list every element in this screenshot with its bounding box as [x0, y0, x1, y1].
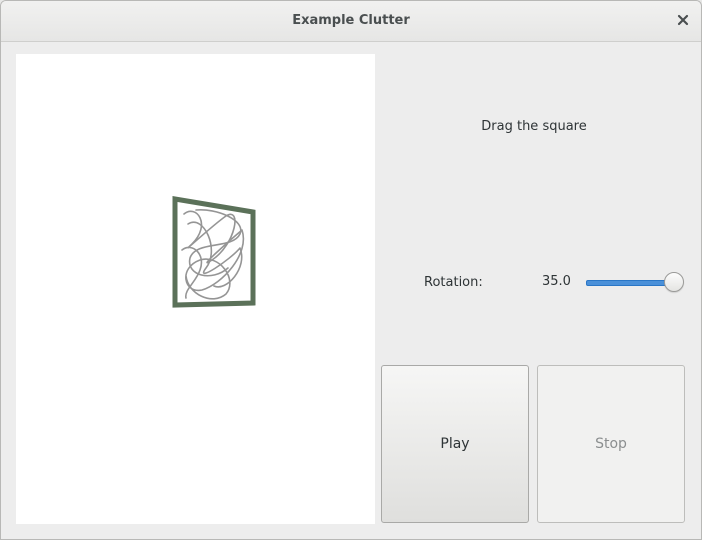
rotation-value: 35.0 [542, 274, 571, 289]
slider-knob[interactable] [664, 272, 684, 292]
close-icon [677, 14, 689, 26]
play-button[interactable]: Play [381, 365, 529, 523]
window-title: Example Clutter [292, 13, 410, 28]
rotation-slider[interactable] [584, 271, 686, 295]
rotation-label: Rotation: [424, 275, 483, 290]
clutter-stage[interactable] [16, 54, 375, 524]
app-window: Example Clutter Drag the square Rotation… [0, 0, 702, 540]
title-bar[interactable]: Example Clutter [1, 1, 701, 42]
stop-button[interactable]: Stop [537, 365, 685, 523]
drag-hint-label: Drag the square [481, 119, 587, 134]
draggable-square[interactable] [16, 54, 375, 524]
close-button[interactable] [673, 10, 693, 30]
